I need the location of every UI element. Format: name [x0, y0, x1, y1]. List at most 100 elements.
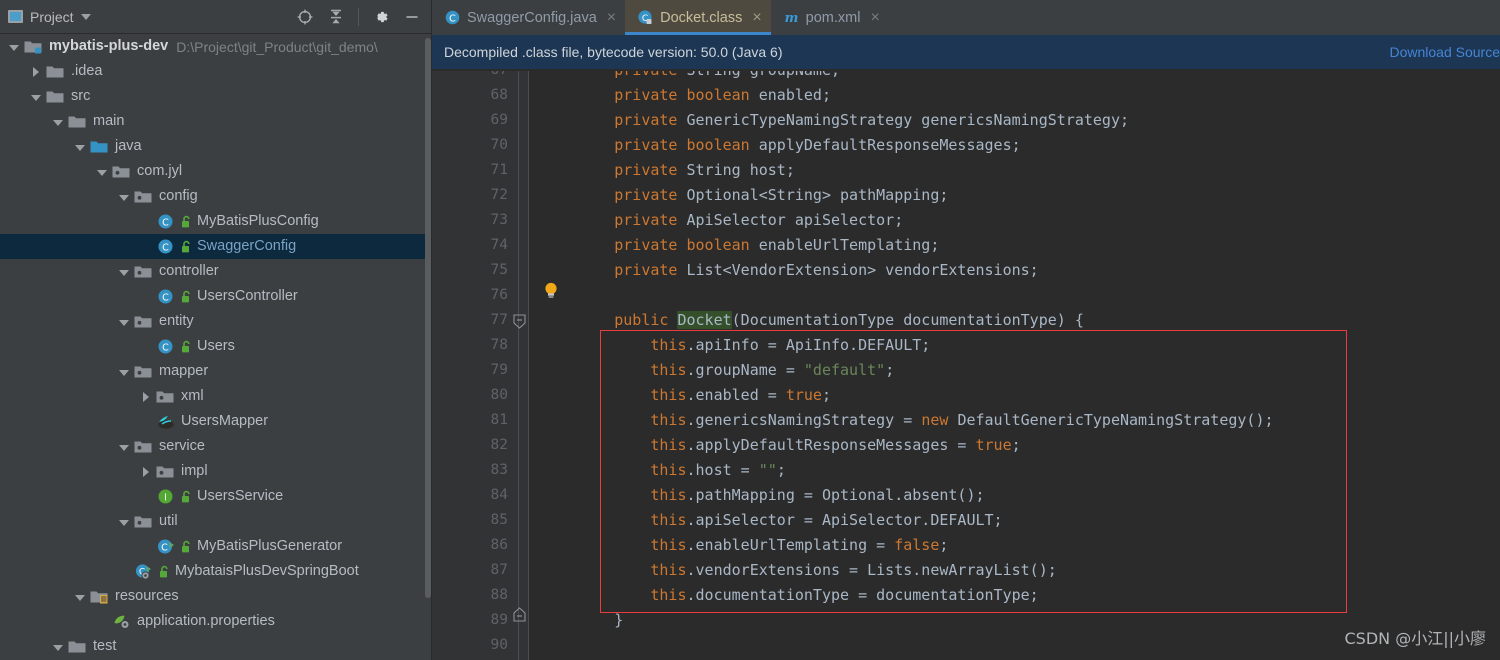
code-line[interactable]: 80 this.enabled = true; [432, 383, 1500, 408]
chevron-down-icon[interactable] [116, 514, 132, 530]
chevron-down-icon[interactable] [116, 364, 132, 380]
tree-item-java[interactable]: java [0, 134, 431, 159]
chevron-down-icon[interactable] [94, 164, 110, 180]
code-editor[interactable]: 67 private String groupName;68 private b… [432, 71, 1500, 660]
locate-icon[interactable] [296, 8, 314, 26]
code-fold-end-icon[interactable] [513, 607, 526, 622]
code-line[interactable]: 71 private String host; [432, 158, 1500, 183]
chevron-down-icon[interactable] [116, 314, 132, 330]
tree-item-test[interactable]: test [0, 634, 431, 659]
project-file-tree[interactable]: mybatis-plus-dev D:\Project\git_Product\g… [0, 34, 431, 660]
collapse-all-icon[interactable] [327, 8, 345, 26]
tree-item-xml[interactable]: xml [0, 384, 431, 409]
code-token-kw: private boolean [614, 86, 759, 104]
minimize-icon[interactable] [403, 8, 421, 26]
code-line[interactable]: 77 public Docket(DocumentationType docum… [432, 308, 1500, 333]
tree-item-mybatis-plus-dev[interactable]: mybatis-plus-dev D:\Project\git_Product\g… [0, 34, 431, 59]
tree-item-label: resources [115, 588, 179, 605]
tree-item-main[interactable]: main [0, 109, 431, 134]
tree-item-swaggerconfig[interactable]: C SwaggerConfig [0, 234, 431, 259]
code-fold-collapse-icon[interactable] [513, 314, 526, 329]
code-line[interactable]: 67 private String groupName; [432, 71, 1500, 83]
code-line[interactable]: 79 this.groupName = "default"; [432, 358, 1500, 383]
tree-item-label: application.properties [137, 613, 275, 630]
tree-item-users[interactable]: C Users [0, 334, 431, 359]
chevron-down-icon[interactable] [116, 439, 132, 455]
close-icon[interactable]: × [752, 9, 761, 26]
tree-item-service[interactable]: service [0, 434, 431, 459]
code-text: private Optional<String> pathMapping; [542, 183, 948, 208]
chevron-down-icon[interactable] [28, 89, 44, 105]
tree-item-com-jyl[interactable]: com.jyl [0, 159, 431, 184]
close-icon[interactable]: × [607, 9, 616, 26]
editor-tab-docket-class[interactable]: C Docket.class × [625, 0, 771, 35]
tree-item-mybatisplusgenerator[interactable]: C MyBatisPlusGenerator [0, 534, 431, 559]
gear-icon[interactable] [372, 8, 390, 26]
tree-item-util[interactable]: util [0, 509, 431, 534]
tree-item-mybatisplusconfig[interactable]: C MyBatisPlusConfig [0, 209, 431, 234]
tree-item-mapper[interactable]: mapper [0, 359, 431, 384]
chevron-down-icon[interactable] [6, 39, 22, 55]
tree-item-userscontroller[interactable]: C UsersController [0, 284, 431, 309]
code-line[interactable]: 84 this.pathMapping = Optional.absent(); [432, 483, 1500, 508]
code-line[interactable]: 76 [432, 283, 1500, 308]
project-title-group[interactable]: Project [8, 9, 91, 25]
code-line[interactable]: 68 private boolean enabled; [432, 83, 1500, 108]
code-line[interactable]: 88 this.documentationType = documentatio… [432, 583, 1500, 608]
intention-bulb-icon[interactable] [543, 281, 559, 301]
code-line[interactable]: 83 this.host = ""; [432, 458, 1500, 483]
code-line[interactable]: 75 private List<VendorExtension> vendorE… [432, 258, 1500, 283]
code-line[interactable]: 90 [432, 633, 1500, 658]
tree-item-application-properties[interactable]: application.properties [0, 609, 431, 634]
chevron-right-icon[interactable] [28, 64, 44, 80]
chevron-down-icon[interactable] [80, 13, 91, 20]
code-line[interactable]: 85 this.apiSelector = ApiSelector.DEFAUL… [432, 508, 1500, 533]
code-line[interactable]: 87 this.vendorExtensions = Lists.newArra… [432, 558, 1500, 583]
project-panel-scrollbar[interactable] [425, 38, 431, 598]
chevron-right-icon[interactable] [138, 389, 154, 405]
code-line[interactable]: 69 private GenericTypeNamingStrategy gen… [432, 108, 1500, 133]
code-lines[interactable]: 67 private String groupName;68 private b… [432, 71, 1500, 658]
chevron-down-icon[interactable] [50, 639, 66, 655]
tree-item-resources[interactable]: resources [0, 584, 431, 609]
code-line[interactable]: 73 private ApiSelector apiSelector; [432, 208, 1500, 233]
chevron-down-icon[interactable] [50, 114, 66, 130]
chevron-down-icon[interactable] [116, 189, 132, 205]
line-number: 77 [490, 312, 508, 328]
tree-item-controller[interactable]: controller [0, 259, 431, 284]
code-token-kw: true [785, 386, 822, 404]
tree-item-usersmapper[interactable]: UsersMapper [0, 409, 431, 434]
code-line[interactable]: 74 private boolean enableUrlTemplating; [432, 233, 1500, 258]
close-icon[interactable]: × [870, 9, 879, 26]
code-line[interactable]: 72 private Optional<String> pathMapping; [432, 183, 1500, 208]
tree-item-usersservice[interactable]: I UsersService [0, 484, 431, 509]
code-token-kw: this [650, 411, 687, 429]
chevron-down-icon[interactable] [116, 264, 132, 280]
download-source-link[interactable]: Download Source [1389, 44, 1500, 60]
code-line[interactable]: 81 this.genericsNamingStrategy = new Def… [432, 408, 1500, 433]
editor-tab-label: pom.xml [805, 9, 861, 26]
svg-text:I: I [164, 492, 167, 503]
tree-item-label: service [159, 438, 205, 455]
editor-tab-pom-xml[interactable]: m pom.xml × [771, 0, 889, 35]
code-line[interactable]: 70 private boolean applyDefaultResponseM… [432, 133, 1500, 158]
code-line[interactable]: 89 } [432, 608, 1500, 633]
chevron-right-icon[interactable] [138, 464, 154, 480]
tree-item-impl[interactable]: impl [0, 459, 431, 484]
line-number: 89 [490, 612, 508, 628]
code-line[interactable]: 78 this.apiInfo = ApiInfo.DEFAULT; [432, 333, 1500, 358]
code-line[interactable]: 82 this.applyDefaultResponseMessages = t… [432, 433, 1500, 458]
editor-tab-swaggerconfig-java[interactable]: C SwaggerConfig.java × [432, 0, 625, 35]
code-line[interactable]: 86 this.enableUrlTemplating = false; [432, 533, 1500, 558]
tree-item-entity[interactable]: entity [0, 309, 431, 334]
tree-item--idea[interactable]: .idea [0, 59, 431, 84]
tree-item-mybataisplusdevspringboot[interactable]: C MybataisPlusDevSpringBoot [0, 559, 431, 584]
chevron-down-icon[interactable] [72, 139, 88, 155]
tree-item-src[interactable]: src [0, 84, 431, 109]
code-text: this.apiInfo = ApiInfo.DEFAULT; [542, 333, 930, 358]
chevron-down-icon[interactable] [72, 589, 88, 605]
tree-item-config[interactable]: config [0, 184, 431, 209]
